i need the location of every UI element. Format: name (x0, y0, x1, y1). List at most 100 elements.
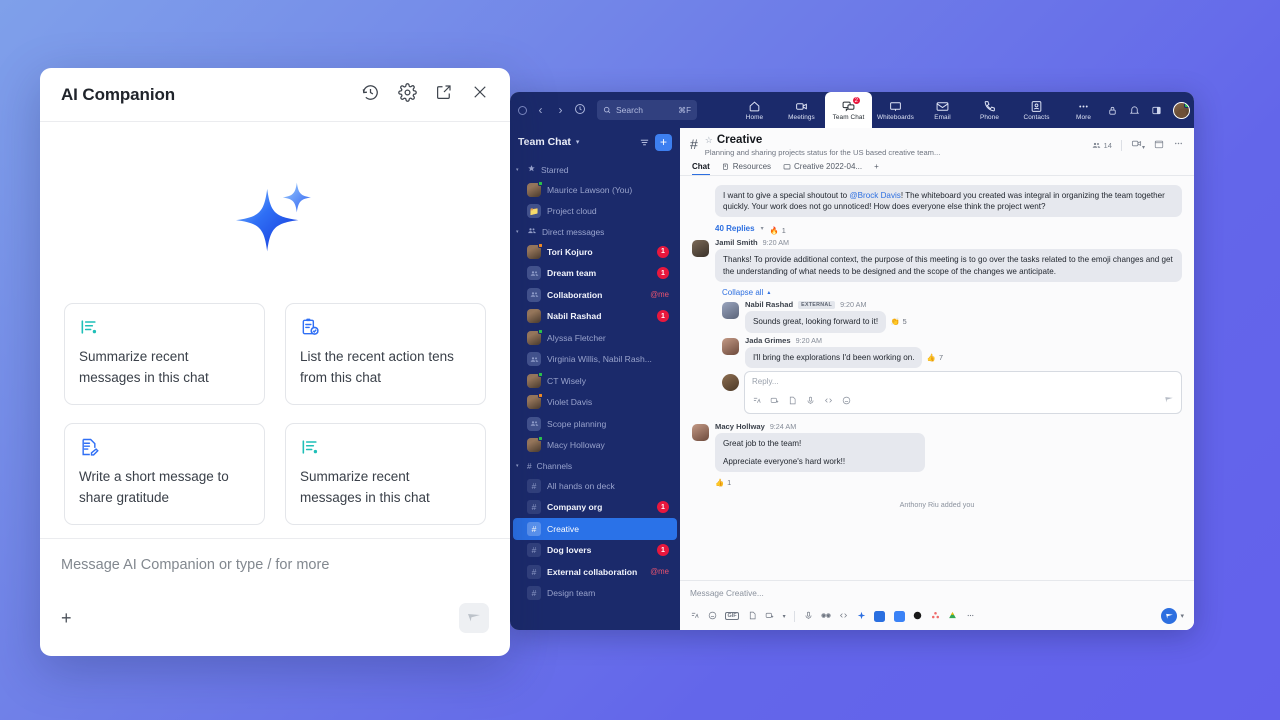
code-icon[interactable] (824, 392, 833, 410)
suggestion-card-summarize-1[interactable]: Summarize recent messages in this chat (64, 303, 265, 405)
sidebar-item-nabil-rashad[interactable]: Nabil Rashad 1 (513, 306, 677, 328)
sidebar-section-direct-messages[interactable]: ▾ Direct messages (510, 222, 680, 241)
chevron-down-icon[interactable]: ▾ (783, 613, 786, 620)
avatar[interactable] (692, 240, 709, 257)
reaction[interactable]: 🔥 1 (770, 226, 786, 235)
status-dot-icon[interactable] (518, 106, 527, 115)
emoji-icon[interactable] (842, 392, 851, 410)
message-composer[interactable]: Message Creative... GIF ▾ ◉◉ (680, 580, 1194, 630)
file-icon[interactable] (748, 607, 757, 625)
sidebar-list[interactable]: ▾ Starred Maurice Lawson (You) 📁 Project… (510, 156, 680, 630)
reply-input[interactable]: Reply... (744, 371, 1182, 414)
sidebar-item-tori-kojuro[interactable]: Tori Kojuro 1 (513, 241, 677, 263)
app-blue2-icon[interactable] (894, 611, 905, 622)
sidebar-item-alyssa-fletcher[interactable]: Alyssa Fletcher (513, 327, 677, 349)
send-button[interactable] (1161, 608, 1177, 624)
recording-icon[interactable]: ◉◉ (821, 613, 831, 619)
bell-icon[interactable] (1129, 105, 1140, 116)
asana-icon[interactable] (931, 607, 940, 625)
gif-icon[interactable]: GIF (725, 612, 739, 620)
nav-contacts[interactable]: Contacts (1013, 92, 1060, 128)
more-icon[interactable] (1173, 136, 1184, 154)
avatar[interactable] (692, 424, 709, 441)
sparkle-icon[interactable] (857, 607, 866, 625)
sidebar-item-maurice-lawson[interactable]: Maurice Lawson (You) (513, 179, 677, 201)
reaction[interactable]: 👍 7 (927, 353, 943, 362)
nav-home[interactable]: Home (731, 92, 778, 128)
close-icon[interactable] (471, 83, 489, 106)
more-icon[interactable] (966, 607, 975, 625)
search-input[interactable]: Search ⌘F (597, 100, 697, 120)
replies-link[interactable]: 40 Replies (715, 224, 755, 233)
tab-resources[interactable]: Resources (722, 162, 771, 174)
sidebar-item-project-cloud[interactable]: 📁 Project cloud (513, 201, 677, 223)
lock-icon[interactable] (1107, 105, 1118, 116)
sidebar-section-channels[interactable]: ▾ # Channels (510, 456, 680, 475)
nav-more[interactable]: More (1060, 92, 1107, 128)
message-list[interactable]: I want to give a special shoutout to @Br… (680, 176, 1194, 581)
avatar[interactable] (722, 302, 739, 319)
audio-icon[interactable] (806, 392, 815, 410)
sidebar-item-macy-holloway[interactable]: Macy Holloway (513, 435, 677, 457)
sidebar-item-virginia-willis-group[interactable]: Virginia Willis, Nabil Rash... (513, 349, 677, 371)
format-icon[interactable] (690, 607, 699, 625)
member-count[interactable]: 14 (1092, 141, 1112, 150)
screenshot-icon[interactable] (770, 392, 779, 410)
chevron-down-icon[interactable]: ▾ (576, 138, 580, 146)
avatar[interactable] (1173, 102, 1190, 119)
sidebar-item-scope-planning[interactable]: Scope planning (513, 413, 677, 435)
add-attachment-button[interactable]: + (61, 609, 72, 627)
suggestion-card-summarize-2[interactable]: Summarize recent messages in this chat (285, 423, 486, 525)
code-icon[interactable] (839, 607, 848, 625)
popout-icon[interactable] (435, 83, 453, 106)
collapse-all-link[interactable]: Collapse all ▴ (722, 288, 1182, 297)
audio-icon[interactable] (804, 607, 813, 625)
video-icon[interactable]: ▾ (1131, 136, 1145, 154)
avatar[interactable] (722, 338, 739, 355)
send-icon[interactable] (1164, 392, 1174, 410)
nav-phone[interactable]: Phone (966, 92, 1013, 128)
emoji-icon[interactable] (708, 607, 717, 625)
sidebar-item-violet-davis[interactable]: Violet Davis (513, 392, 677, 414)
sidebar-item-creative[interactable]: # Creative (513, 518, 677, 540)
github-icon[interactable] (913, 607, 922, 625)
reaction[interactable]: 👍 1 (715, 478, 731, 487)
back-arrow-icon[interactable]: ‹ (534, 103, 547, 117)
sidebar-item-collaboration[interactable]: Collaboration @me (513, 284, 677, 306)
chevron-down-icon[interactable]: ▾ (761, 225, 764, 232)
sidebar-item-company-org[interactable]: # Company org 1 (513, 497, 677, 519)
nav-meetings[interactable]: Meetings (778, 92, 825, 128)
add-tab-button[interactable]: + (874, 162, 879, 174)
tab-chat[interactable]: Chat (692, 162, 710, 175)
filter-icon[interactable] (639, 137, 650, 148)
sidebar-item-design-team[interactable]: # Design team (513, 583, 677, 605)
sidebar-section-starred[interactable]: ▾ Starred (510, 160, 680, 179)
star-icon[interactable]: ☆ (705, 135, 713, 146)
mention-link[interactable]: @Brock Davis (849, 191, 900, 200)
file-icon[interactable] (788, 392, 797, 410)
send-options-chevron-icon[interactable]: ▾ (1180, 612, 1184, 620)
suggestion-card-write-message[interactable]: Write a short message to share gratitude (64, 423, 265, 525)
history-icon[interactable] (361, 83, 380, 107)
forward-arrow-icon[interactable]: › (554, 103, 567, 117)
format-icon[interactable] (752, 392, 761, 410)
sidebar-item-ct-wisely[interactable]: CT Wisely (513, 370, 677, 392)
sidebar-item-external-collaboration[interactable]: # External collaboration @me (513, 561, 677, 583)
reaction[interactable]: 👏 5 (891, 317, 907, 326)
app-blue-icon[interactable] (874, 611, 885, 622)
nav-team-chat[interactable]: 2 Team Chat (825, 92, 872, 128)
drive-icon[interactable] (948, 607, 957, 625)
panel-icon[interactable] (1151, 105, 1162, 116)
settings-gear-icon[interactable] (398, 83, 417, 107)
sidebar-item-dog-lovers[interactable]: # Dog lovers 1 (513, 540, 677, 562)
suggestion-card-action-items[interactable]: List the recent action tens from this ch… (285, 303, 486, 405)
tab-whiteboard[interactable]: Creative 2022-04... (783, 162, 862, 174)
sidebar-item-dream-team[interactable]: Dream team 1 (513, 263, 677, 285)
sidebar-item-all-hands-on-deck[interactable]: # All hands on deck (513, 475, 677, 497)
send-button[interactable] (459, 603, 489, 633)
screenshot-icon[interactable] (765, 607, 774, 625)
ai-companion-composer[interactable]: Message AI Companion or type / for more … (40, 538, 510, 656)
calendar-icon[interactable] (1154, 136, 1164, 154)
nav-whiteboards[interactable]: Whiteboards (872, 92, 919, 128)
history-icon[interactable] (574, 103, 586, 118)
